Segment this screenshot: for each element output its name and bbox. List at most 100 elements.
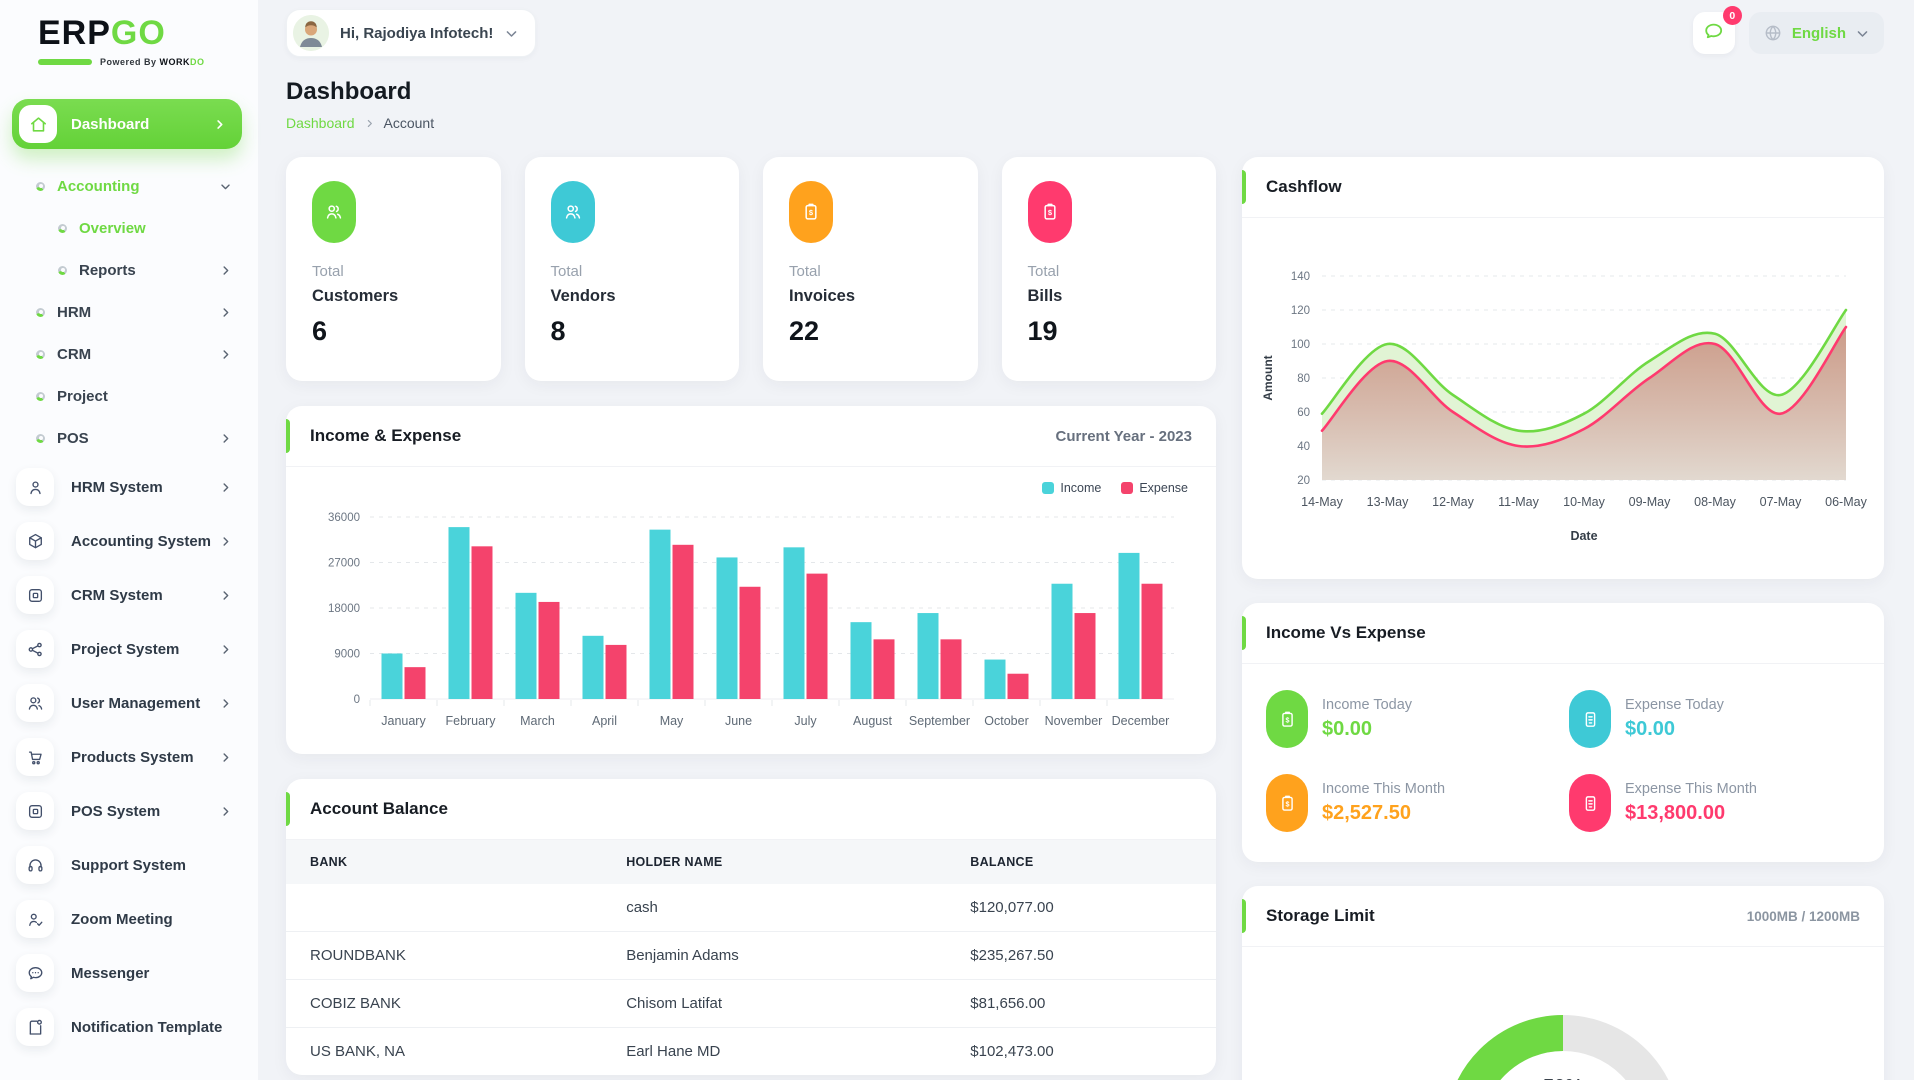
- invoice-icon: $: [1266, 774, 1308, 832]
- svg-text:08-May: 08-May: [1694, 495, 1736, 509]
- bullet-icon: [36, 307, 45, 317]
- stat-value: 8: [550, 316, 566, 346]
- sidebar-item-pos[interactable]: POS: [0, 417, 258, 459]
- stat-card-customers[interactable]: Total Customers 6: [286, 157, 501, 381]
- sidebar-item-dashboard[interactable]: Dashboard: [12, 99, 242, 149]
- user-menu[interactable]: Hi, Rajodiya Infotech!: [286, 9, 537, 57]
- home-icon: [19, 105, 57, 143]
- legend-item-income[interactable]: Income: [1042, 481, 1101, 495]
- balance-cell: $102,473.00: [946, 1027, 1216, 1075]
- storage-limit-card: Storage Limit 1000MB / 1200MB 50%: [1242, 886, 1884, 1080]
- svg-text:September: September: [909, 714, 970, 728]
- sidebar-item-messenger[interactable]: Messenger: [0, 947, 258, 999]
- svg-text:10-May: 10-May: [1563, 495, 1605, 509]
- income-vs-expense-card: Income Vs Expense $ Income Today $0.00 Expe…: [1242, 603, 1884, 862]
- screen-icon: [16, 792, 54, 830]
- bank-cell: [286, 884, 602, 932]
- table-row[interactable]: cash $120,077.00: [286, 884, 1216, 932]
- svg-text:January: January: [381, 714, 426, 728]
- table-row[interactable]: ROUNDBANK Benjamin Adams $235,267.50: [286, 931, 1216, 980]
- globe-icon: [1763, 23, 1783, 43]
- sidebar-item-overview[interactable]: Overview: [0, 207, 258, 249]
- sidebar-item-crm-system[interactable]: CRM System: [0, 569, 258, 621]
- chevron-right-icon: [219, 643, 232, 656]
- svg-text:$: $: [809, 208, 814, 217]
- legend-item-expense[interactable]: Expense: [1121, 481, 1188, 495]
- sidebar-item-hrm[interactable]: HRM: [0, 291, 258, 333]
- breadcrumb-dashboard-link[interactable]: Dashboard: [286, 115, 355, 131]
- cube-icon: [16, 522, 54, 560]
- stat-card-invoices[interactable]: $ Total Invoices 22: [763, 157, 978, 381]
- language-label: English: [1791, 24, 1846, 42]
- svg-text:80: 80: [1297, 373, 1310, 385]
- sidebar-item-project[interactable]: Project: [0, 375, 258, 417]
- svg-text:140: 140: [1291, 271, 1310, 283]
- svg-text:9000: 9000: [334, 649, 360, 661]
- balance-cell: $235,267.50: [946, 931, 1216, 980]
- svg-text:March: March: [520, 714, 555, 728]
- svg-text:50%: 50%: [1543, 1076, 1583, 1080]
- ive-label: Expense This Month: [1625, 781, 1757, 797]
- svg-text:April: April: [592, 714, 617, 728]
- column-header-balance: BALANCE: [946, 840, 1216, 884]
- svg-text:120: 120: [1291, 305, 1310, 317]
- brand-logo[interactable]: ERPGO Powered By WORKDO: [38, 14, 258, 67]
- sidebar-item-pos-system[interactable]: POS System: [0, 785, 258, 837]
- invoice-icon: $: [1266, 690, 1308, 748]
- sidebar-item-hrm-system[interactable]: HRM System: [0, 461, 258, 513]
- sidebar-item-support-system[interactable]: Support System: [0, 839, 258, 891]
- sidebar-item-label: Support System: [71, 856, 187, 874]
- sidebar-item-products-system[interactable]: Products System: [0, 731, 258, 783]
- table-row[interactable]: US BANK, NA Earl Hane MD $102,473.00: [286, 1027, 1216, 1075]
- bullet-icon: [36, 433, 45, 443]
- svg-text:12-May: 12-May: [1432, 495, 1474, 509]
- chevron-right-icon: [219, 697, 232, 710]
- invoice-icon: $: [1027, 181, 1072, 243]
- powered-by-text: Powered By WORKDO: [100, 57, 205, 67]
- svg-text:February: February: [445, 714, 496, 728]
- svg-text:0: 0: [354, 694, 360, 706]
- sidebar-item-reports[interactable]: Reports: [0, 249, 258, 291]
- ive-item-income-this-month: $ Income This Month $2,527.50: [1266, 774, 1557, 832]
- storage-donut-chart[interactable]: 50%: [1413, 973, 1713, 1080]
- sidebar-item-label: Notification Template: [71, 1018, 223, 1036]
- sidebar-item-accounting[interactable]: Accounting: [0, 165, 258, 207]
- sidebar-item-notification-template[interactable]: Notification Template: [0, 1001, 258, 1053]
- stat-value: 22: [789, 316, 820, 346]
- svg-text:60: 60: [1297, 407, 1310, 419]
- table-row[interactable]: COBIZ BANK Chisom Latifat $81,656.00: [286, 979, 1216, 1028]
- income-vs-expense-title: Income Vs Expense: [1266, 623, 1426, 642]
- language-selector[interactable]: English: [1748, 12, 1884, 54]
- bank-cell: US BANK, NA: [286, 1027, 603, 1075]
- sidebar-item-user-management[interactable]: User Management: [0, 677, 258, 729]
- svg-text:$: $: [1285, 800, 1289, 808]
- svg-text:$: $: [1047, 208, 1052, 217]
- sidebar-item-zoom-meeting[interactable]: Zoom Meeting: [0, 893, 258, 945]
- income-expense-bar-chart[interactable]: 0 9000 18000 27000 36000 January February March…: [308, 501, 1194, 744]
- sidebar-item-project-system[interactable]: Project System: [0, 623, 258, 675]
- page-title: Dashboard: [286, 78, 412, 105]
- account-balance-table: BANK HOLDER NAME BALANCE cash $120,077.00 RO…: [286, 840, 1216, 1075]
- chevron-down-icon: [1855, 26, 1870, 41]
- cashflow-area-chart[interactable]: 20 40 60 80 100 120 140 14-May 13-May 12-May 11-Ma…: [1256, 232, 1870, 573]
- sidebar-item-label: Project System: [71, 640, 180, 658]
- person-icon: [16, 468, 54, 506]
- stat-card-bills[interactable]: $ Total Bills 19: [1001, 157, 1216, 381]
- chat-icon: [16, 954, 54, 992]
- storage-limit-title: Storage Limit: [1266, 906, 1375, 925]
- column-header-holder-name: HOLDER NAME: [602, 840, 947, 884]
- stat-cards-row: Total Customers 6 Total Vendors 8 $ Total Invoic…: [286, 157, 1216, 381]
- cashflow-title: Cashflow: [1266, 177, 1342, 196]
- svg-text:November: November: [1045, 714, 1103, 728]
- sidebar-item-accounting-system[interactable]: Accounting System: [0, 515, 258, 567]
- bullet-icon: [36, 349, 45, 359]
- logo-text: ERPGO: [38, 14, 166, 52]
- ive-item-income-today: $ Income Today $0.00: [1266, 690, 1557, 748]
- svg-text:20: 20: [1297, 475, 1310, 487]
- messages-button[interactable]: 0: [1692, 6, 1742, 54]
- sidebar-item-crm[interactable]: CRM: [0, 333, 258, 375]
- legend-label: Expense: [1139, 481, 1188, 495]
- svg-text:August: August: [853, 714, 892, 728]
- stat-card-vendors[interactable]: Total Vendors 8: [524, 157, 739, 381]
- stat-caption: Total: [550, 263, 583, 280]
